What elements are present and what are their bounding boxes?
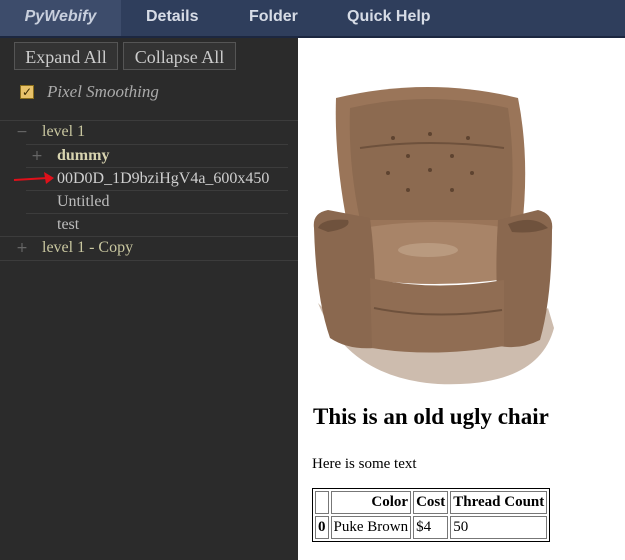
data-table: Color Cost Thread Count 0 Puke Brown $4 … — [312, 488, 551, 542]
content-pane: This is an old ugly chair Here is some t… — [298, 38, 625, 560]
column-header: Thread Count — [450, 491, 548, 514]
expand-all-button[interactable]: Expand All — [14, 42, 118, 70]
nav-folder[interactable]: Folder — [249, 0, 298, 36]
armchair-photo — [313, 87, 554, 385]
brand-logo[interactable]: PyWebify — [0, 0, 121, 36]
table-header-row: Color Cost Thread Count — [315, 491, 548, 514]
tree-item-label: level 1 — [42, 123, 86, 140]
tree-item-level-1-copy[interactable]: + level 1 - Copy — [0, 236, 298, 261]
tree-item-label: Untitled — [57, 193, 110, 210]
expand-icon[interactable]: + — [15, 237, 29, 259]
tree-item-level-1[interactable]: − level 1 — [0, 120, 298, 144]
selection-arrow-icon — [13, 172, 54, 184]
pixel-smoothing-option[interactable]: ✓ Pixel Smoothing — [20, 82, 280, 104]
tree-item-label: level 1 - Copy — [42, 239, 134, 256]
expand-icon[interactable]: + — [30, 145, 44, 167]
collapse-all-button[interactable]: Collapse All — [123, 42, 236, 70]
nav-quick-help[interactable]: Quick Help — [347, 0, 431, 36]
column-header — [315, 491, 329, 514]
column-header: Color — [330, 491, 412, 514]
tree-item-label: 00D0D_1D9bziHgV4a_600x450 — [57, 170, 270, 187]
row-index: 0 — [315, 516, 329, 539]
page-heading: This is an old ugly chair — [313, 404, 549, 429]
tree-item-dummy[interactable]: + dummy — [26, 144, 288, 168]
tree-item-label: dummy — [57, 147, 110, 164]
nav-details[interactable]: Details — [146, 0, 198, 36]
tree-item-label: test — [57, 216, 80, 233]
collapse-icon[interactable]: − — [15, 121, 29, 143]
tree-item-untitled[interactable]: Untitled — [26, 190, 288, 214]
table-cell: Puke Brown — [330, 516, 412, 539]
pixel-smoothing-label: Pixel Smoothing — [47, 82, 159, 101]
body-text: Here is some text — [312, 456, 417, 472]
tree-item-selected-image[interactable]: 00D0D_1D9bziHgV4a_600x450 — [26, 167, 288, 191]
table-cell: $4 — [413, 516, 449, 539]
table-row: 0 Puke Brown $4 50 — [315, 516, 548, 539]
table-cell: 50 — [450, 516, 548, 539]
tree-item-test[interactable]: test — [26, 213, 288, 237]
column-header: Cost — [413, 491, 449, 514]
sidebar: Expand All Collapse All ✓ Pixel Smoothin… — [0, 38, 298, 560]
pixel-smoothing-checkbox[interactable]: ✓ — [20, 85, 34, 99]
top-navbar: PyWebify Details Folder Quick Help — [0, 0, 625, 38]
